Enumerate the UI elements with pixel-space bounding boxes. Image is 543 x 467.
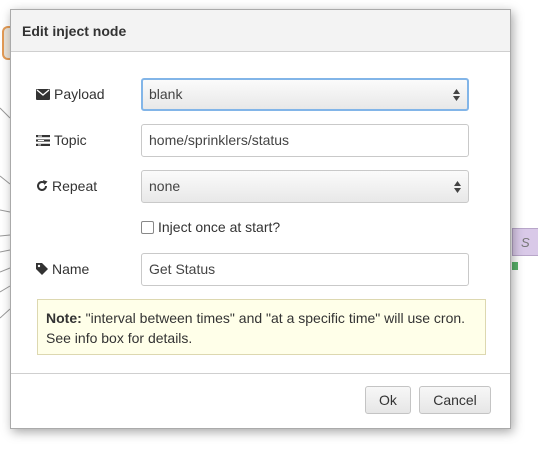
name-label: Name xyxy=(36,252,89,286)
background-node-partial: S xyxy=(512,228,538,256)
payload-row: Payload blank xyxy=(11,77,510,111)
select-arrows-icon xyxy=(454,180,461,193)
node-port xyxy=(512,262,518,270)
topic-label: Topic xyxy=(36,123,87,157)
repeat-row: Repeat none xyxy=(11,169,510,203)
repeat-select[interactable]: none xyxy=(141,170,469,203)
inject-once-checkbox[interactable] xyxy=(141,220,154,234)
inject-once-row: Inject once at start? xyxy=(141,217,280,237)
topic-label-text: Topic xyxy=(54,132,87,148)
repeat-icon xyxy=(37,180,48,192)
name-row: Name Get Status xyxy=(11,252,510,286)
repeat-label-text: Repeat xyxy=(52,178,98,194)
repeat-select-value: none xyxy=(149,178,181,194)
repeat-label: Repeat xyxy=(36,169,97,203)
name-input[interactable]: Get Status xyxy=(141,253,469,286)
ok-button[interactable]: Ok xyxy=(365,386,411,414)
dialog-title: Edit inject node xyxy=(11,10,510,52)
payload-label: Payload xyxy=(36,77,105,111)
payload-select-value: blank xyxy=(149,86,183,102)
footer-divider xyxy=(11,373,510,374)
envelope-icon xyxy=(36,88,50,100)
info-note: Note: "interval between times" and "at a… xyxy=(37,299,486,355)
note-bold: Note: xyxy=(46,310,82,326)
payload-label-text: Payload xyxy=(54,86,105,102)
payload-select[interactable]: blank xyxy=(141,78,469,111)
topic-input[interactable]: home/sprinklers/status xyxy=(141,124,469,157)
tag-icon xyxy=(36,263,48,276)
tasks-icon xyxy=(36,134,50,146)
name-label-text: Name xyxy=(52,261,90,277)
cancel-button[interactable]: Cancel xyxy=(419,386,491,414)
edit-inject-node-dialog: Edit inject node Payload blank Topic hom… xyxy=(10,9,511,429)
note-text: "interval between times" and "at a speci… xyxy=(46,310,466,346)
topic-row: Topic home/sprinklers/status xyxy=(11,123,510,157)
select-arrows-icon xyxy=(453,88,460,101)
inject-once-label: Inject once at start? xyxy=(158,219,281,235)
